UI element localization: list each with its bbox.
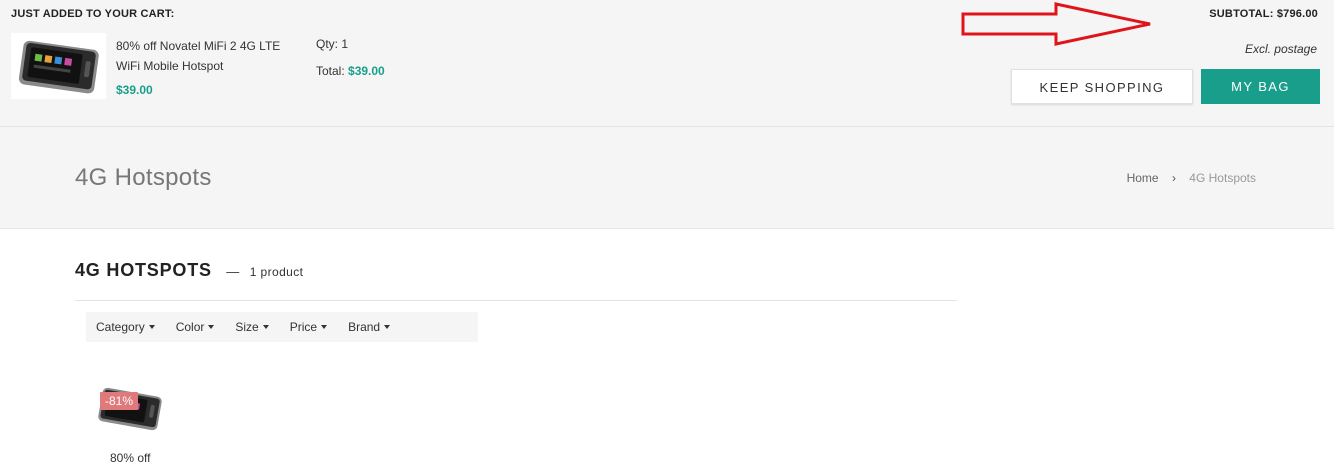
total-label: Total: bbox=[316, 64, 345, 78]
collection-heading: 4G HOTSPOTS — 1 product bbox=[75, 260, 303, 281]
cart-notification: JUST ADDED TO YOUR CART: 80% off Novatel… bbox=[0, 0, 1334, 127]
breadcrumb: Home › 4G Hotspots bbox=[1127, 171, 1256, 185]
filter-label: Category bbox=[96, 320, 145, 334]
filter-color[interactable]: Color bbox=[176, 320, 215, 334]
filter-label: Price bbox=[289, 320, 318, 334]
collection-title: 4G HOTSPOTS bbox=[75, 260, 212, 280]
page-header: 4G Hotspots Home › 4G Hotspots bbox=[0, 127, 1334, 229]
hotspot-device-image bbox=[18, 40, 99, 94]
total-value: $39.00 bbox=[348, 64, 385, 78]
breadcrumb-separator-icon: › bbox=[1171, 171, 1176, 185]
filter-label: Brand bbox=[348, 320, 381, 334]
cart-item-qty: Qty: 1 bbox=[316, 37, 348, 51]
filter-brand[interactable]: Brand bbox=[348, 320, 391, 334]
collection-dash: — bbox=[226, 264, 240, 279]
filter-price[interactable]: Price bbox=[289, 320, 328, 334]
cart-subtotal: SUBTOTAL: $796.00 bbox=[1209, 8, 1318, 20]
cart-item-price: $39.00 bbox=[116, 83, 153, 97]
caret-down-icon bbox=[262, 325, 269, 329]
product-count: 1 product bbox=[249, 265, 304, 279]
breadcrumb-home[interactable]: Home bbox=[1127, 171, 1159, 185]
discount-badge: -81% bbox=[100, 392, 139, 410]
filter-label: Size bbox=[235, 320, 259, 334]
postage-note: Excl. postage bbox=[1244, 42, 1317, 56]
caret-down-icon bbox=[148, 325, 155, 329]
keep-shopping-button[interactable]: KEEP SHOPPING bbox=[1011, 69, 1193, 104]
cart-item-total: Total: $39.00 bbox=[316, 64, 385, 78]
cart-item-name[interactable]: 80% off Novatel MiFi 2 4G LTE WiFi Mobil… bbox=[116, 36, 306, 76]
my-bag-button[interactable]: MY BAG bbox=[1201, 69, 1320, 104]
filter-bar: Category Color Size Price Brand bbox=[86, 312, 478, 342]
filter-size[interactable]: Size bbox=[235, 320, 269, 334]
qty-label: Qty: bbox=[316, 37, 339, 51]
cart-item-thumbnail[interactable] bbox=[11, 33, 106, 99]
qty-value: 1 bbox=[341, 37, 349, 51]
divider bbox=[75, 300, 957, 301]
filter-category[interactable]: Category bbox=[96, 320, 155, 334]
right-arrow-icon bbox=[961, 2, 1151, 46]
caret-down-icon bbox=[384, 325, 391, 329]
product-name[interactable]: 80% off bbox=[110, 451, 150, 465]
page-title: 4G Hotspots bbox=[75, 164, 212, 191]
filter-label: Color bbox=[175, 320, 205, 334]
caret-down-icon bbox=[321, 325, 328, 329]
caret-down-icon bbox=[208, 325, 215, 329]
breadcrumb-current: 4G Hotspots bbox=[1189, 171, 1256, 185]
cart-heading: JUST ADDED TO YOUR CART: bbox=[11, 8, 175, 20]
